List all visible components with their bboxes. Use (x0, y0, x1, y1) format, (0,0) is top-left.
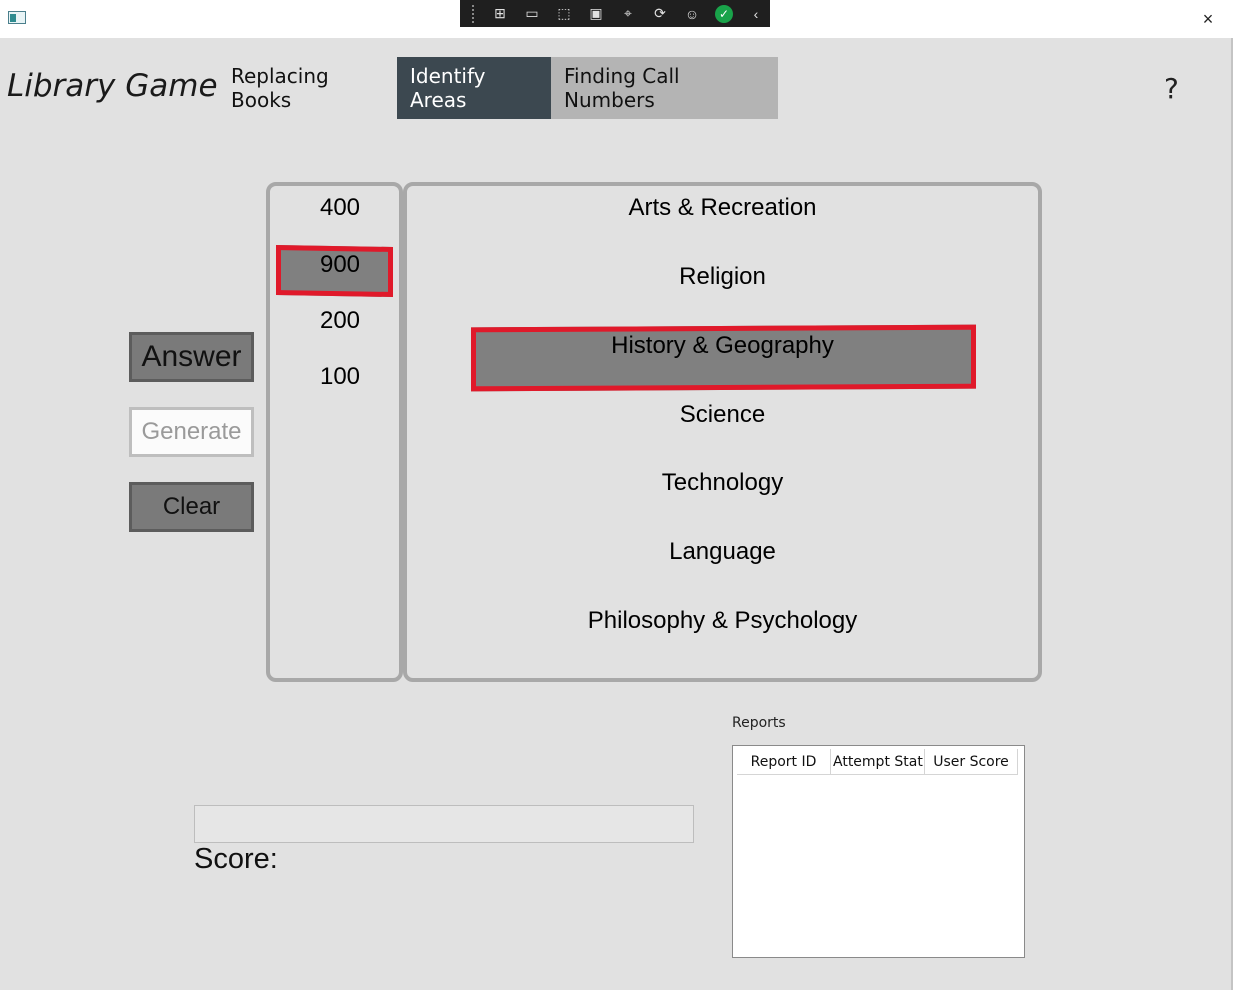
help-button[interactable]: ? (1164, 72, 1179, 105)
hot-reload-icon[interactable]: ⟳ (648, 3, 672, 25)
reports-table[interactable]: Report ID Attempt Statu User Score (732, 745, 1025, 958)
clear-button[interactable]: Clear (129, 482, 254, 532)
answer-button[interactable]: Answer (129, 332, 254, 382)
close-icon: × (1202, 8, 1214, 29)
live-visual-tree-icon[interactable]: ⊞ (488, 3, 512, 25)
display-layout-adorners-icon[interactable]: ▣ (584, 3, 608, 25)
area-item[interactable]: Technology (405, 469, 1040, 497)
tab-replacing-books[interactable]: Replacing Books (218, 57, 398, 119)
score-label: Score: (194, 843, 278, 875)
area-item[interactable]: Philosophy & Psychology (405, 607, 1040, 635)
select-element-icon[interactable]: ⬚ (552, 3, 576, 25)
area-item[interactable]: Arts & Recreation (405, 194, 1040, 222)
tab-finding-call-numbers[interactable]: Finding Call Numbers (551, 57, 778, 119)
reports-label: Reports (732, 715, 786, 731)
generate-button[interactable]: Generate (129, 407, 254, 457)
reports-table-header: Report ID Attempt Statu User Score (737, 749, 1018, 775)
call-number-item[interactable]: 400 (266, 194, 414, 222)
call-number-item[interactable]: 200 (266, 307, 414, 335)
area-item[interactable]: Science (405, 401, 1040, 429)
toolbar-grip[interactable] (472, 4, 478, 23)
accessibility-icon[interactable]: ☺ (680, 3, 704, 25)
track-focus-icon[interactable]: ⌖ (616, 3, 640, 25)
debug-toolbar: ⊞ ▭ ⬚ ▣ ⌖ ⟳ ☺ ✓ ‹ (460, 0, 770, 27)
app-title: Library Game (7, 68, 218, 104)
area-item[interactable]: Religion (405, 263, 1040, 291)
call-number-item[interactable]: 100 (266, 363, 414, 391)
area-item-selected[interactable]: History & Geography (405, 332, 1040, 360)
column-header-attempt-status[interactable]: Attempt Statu (831, 749, 925, 774)
check-icon[interactable]: ✓ (712, 3, 736, 25)
area-item[interactable]: Language (405, 538, 1040, 566)
collapse-icon[interactable]: ‹ (744, 3, 768, 25)
score-progress-bar (194, 805, 694, 843)
record-icon[interactable]: ▭ (520, 3, 544, 25)
column-header-report-id[interactable]: Report ID (737, 749, 831, 774)
call-number-item-selected[interactable]: 900 (266, 251, 414, 279)
app-icon (8, 11, 26, 24)
title-bar: ⊞ ▭ ⬚ ▣ ⌖ ⟳ ☺ ✓ ‹ × (0, 0, 1233, 38)
close-button[interactable]: × (1195, 6, 1221, 32)
tab-identify-areas[interactable]: Identify Areas (397, 57, 551, 119)
column-header-user-score[interactable]: User Score (925, 749, 1018, 774)
